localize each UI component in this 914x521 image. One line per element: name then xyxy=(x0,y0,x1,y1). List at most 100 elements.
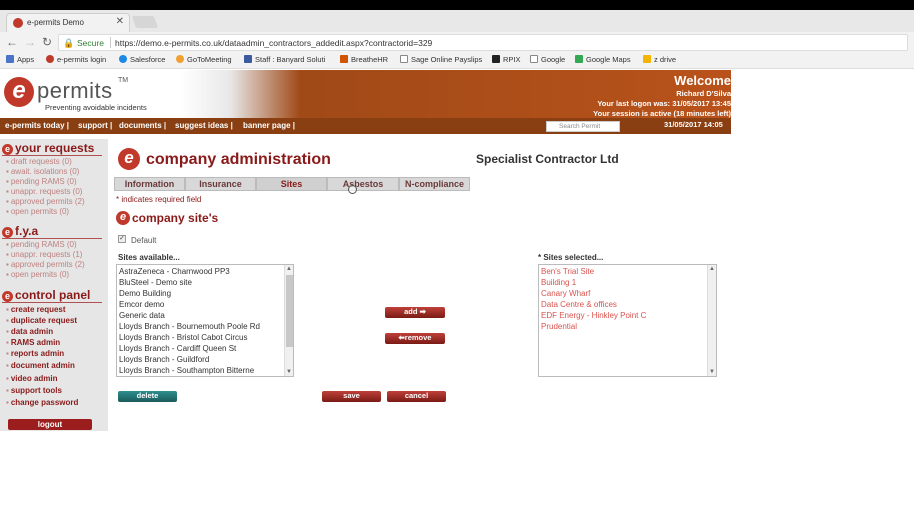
lock-icon: 🔒 xyxy=(63,38,75,48)
default-checkbox[interactable]: ✓ xyxy=(118,235,126,243)
list-item[interactable]: Demo Building xyxy=(119,289,171,298)
nav-documents[interactable]: documents | xyxy=(119,121,166,130)
control-panel-heading: e control panel xyxy=(2,288,90,302)
bookmark-zdrive[interactable]: z drive xyxy=(643,55,676,64)
current-datetime: 31/05/2017 14:05 xyxy=(664,120,723,129)
bookmark-epermits[interactable]: e-permits login xyxy=(46,55,106,64)
scroll-thumb[interactable] xyxy=(286,275,293,347)
bookmark-google-maps[interactable]: Google Maps xyxy=(575,55,631,64)
sites-selected-label: * Sites selected... xyxy=(538,253,604,262)
sites-available-list[interactable]: AstraZeneca - Charnwood PP3 BluSteel - D… xyxy=(116,264,294,377)
e-logo-icon: e xyxy=(116,211,130,225)
sidebar-item-reports-admin[interactable]: reports admin xyxy=(6,349,64,358)
bookmark-sage[interactable]: Sage Online Payslips xyxy=(400,55,482,64)
browser-tab[interactable]: e-permits Demo ✕ xyxy=(6,13,130,32)
tab-sites[interactable]: Sites xyxy=(256,177,327,191)
forward-icon[interactable]: → xyxy=(24,35,36,49)
main-nav: e-permits today | support | documents | … xyxy=(0,118,731,134)
sidebar-item-draft-requests[interactable]: draft requests (0) xyxy=(6,157,72,166)
scroll-down-icon[interactable]: ▼ xyxy=(709,369,715,375)
sidebar-item-fya-approved-permits[interactable]: approved permits (2) xyxy=(6,260,85,269)
sidebar-item-document-admin[interactable]: document admin xyxy=(6,361,75,370)
logo-tagline: Preventing avoidable incidents xyxy=(45,103,147,112)
nav-suggest-ideas[interactable]: suggest ideas | xyxy=(175,121,233,130)
sidebar-item-change-password[interactable]: change password xyxy=(6,398,79,407)
list-item[interactable]: Ben's Trial Site xyxy=(541,267,594,276)
sidebar-item-duplicate-request[interactable]: duplicate request xyxy=(6,316,77,325)
bookmarks-bar: Apps e-permits login Salesforce GoToMeet… xyxy=(0,52,914,69)
scrollbar[interactable]: ▲ ▼ xyxy=(284,265,293,376)
sidebar-item-fya-pending-rams[interactable]: pending RAMS (0) xyxy=(6,240,77,249)
list-item[interactable]: Lloyds Branch - Bristol Cabot Circus xyxy=(119,333,248,342)
your-requests-heading: e your requests xyxy=(2,141,94,155)
arrow-right-icon: ➡ xyxy=(419,307,426,316)
list-item[interactable]: Lloyds Branch - Bournemouth Poole Rd xyxy=(119,322,260,331)
save-button[interactable]: save xyxy=(322,391,381,402)
bookmark-breathehr[interactable]: BreatheHR xyxy=(340,55,388,64)
nav-epermits-today[interactable]: e-permits today | xyxy=(5,121,69,130)
sidebar-item-data-admin[interactable]: data admin xyxy=(6,327,53,336)
cancel-button[interactable]: cancel xyxy=(387,391,446,402)
list-item[interactable]: EDF Energy - Hinkley Point C xyxy=(541,311,646,320)
bookmark-gotomeeting[interactable]: GoToMeeting xyxy=(176,55,232,64)
tab-n-compliance[interactable]: N-compliance xyxy=(399,177,470,191)
sidebar-item-await-isolations[interactable]: await. isolations (0) xyxy=(6,167,79,176)
bookmark-salesforce[interactable]: Salesforce xyxy=(119,55,165,64)
bookmark-staff[interactable]: Staff : Banyard Soluti xyxy=(244,55,325,64)
sites-selected-list[interactable]: Ben's Trial Site Building 1 Canary Wharf… xyxy=(538,264,717,377)
add-button[interactable]: add ➡ xyxy=(385,307,445,318)
scrollbar[interactable]: ▲ ▼ xyxy=(707,265,716,376)
bookmark-apps[interactable]: Apps xyxy=(6,55,34,64)
tab-insurance[interactable]: Insurance xyxy=(185,177,256,191)
list-item[interactable]: BluSteel - Demo site xyxy=(119,278,192,287)
logo-trademark: TM xyxy=(118,77,129,84)
list-item[interactable]: AstraZeneca - Charnwood PP3 xyxy=(119,267,230,276)
tab-information[interactable]: Information xyxy=(114,177,185,191)
sidebar-item-approved-permits[interactable]: approved permits (2) xyxy=(6,197,85,206)
bookmark-rpix[interactable]: RPIX xyxy=(492,55,521,64)
nav-support[interactable]: support | xyxy=(78,121,112,130)
tab-asbestos[interactable]: Asbestos xyxy=(327,177,399,191)
last-logon: Your last logon was: 31/05/2017 13:45 xyxy=(597,99,731,108)
default-label: Default xyxy=(131,236,157,245)
window-top-bar xyxy=(0,0,914,10)
list-item[interactable]: Generic data xyxy=(119,311,165,320)
sidebar-item-unappr-requests[interactable]: unappr. requests (0) xyxy=(6,187,83,196)
scroll-up-icon[interactable]: ▲ xyxy=(709,266,715,272)
sidebar-item-support-tools[interactable]: support tools xyxy=(6,386,62,395)
logout-button[interactable]: logout xyxy=(8,419,92,430)
sidebar-item-pending-rams[interactable]: pending RAMS (0) xyxy=(6,177,77,186)
bookmark-google[interactable]: Google xyxy=(530,55,565,64)
reload-icon[interactable]: ↻ xyxy=(42,35,52,49)
back-icon[interactable]: ← xyxy=(6,35,18,49)
list-item[interactable]: Lloyds Branch - Cardiff Queen St xyxy=(119,344,236,353)
sidebar-item-video-admin[interactable]: video admin xyxy=(6,374,58,383)
scroll-down-icon[interactable]: ▼ xyxy=(286,369,292,375)
search-permit-input[interactable]: Search Permit xyxy=(546,121,620,132)
list-item[interactable]: Emcor demo xyxy=(119,300,164,309)
scroll-up-icon[interactable]: ▲ xyxy=(286,266,292,272)
add-label: add xyxy=(404,307,418,316)
list-item[interactable]: Building 1 xyxy=(541,278,576,287)
sidebar-item-open-permits[interactable]: open permits (0) xyxy=(6,207,69,216)
url-separator xyxy=(110,37,111,48)
sidebar-item-fya-unappr-requests[interactable]: unappr. requests (1) xyxy=(6,250,83,259)
user-name: Richard D'Silva xyxy=(676,89,731,98)
list-item[interactable]: Canary Wharf xyxy=(541,289,590,298)
delete-button[interactable]: delete xyxy=(118,391,177,402)
close-tab-icon[interactable]: ✕ xyxy=(116,16,124,27)
list-item[interactable]: Data Centre & offices xyxy=(541,300,617,309)
e-logo-icon: e xyxy=(2,144,13,155)
list-item[interactable]: Prudential xyxy=(541,322,577,331)
sidebar-item-rams-admin[interactable]: RAMS admin xyxy=(6,338,60,347)
remove-label: remove xyxy=(404,333,432,342)
list-item[interactable]: Lloyds Branch - Guildford xyxy=(119,355,209,364)
list-item[interactable]: Lloyds Branch - Southampton Bitterne xyxy=(119,366,254,375)
divider xyxy=(2,155,102,156)
sidebar-item-create-request[interactable]: create request xyxy=(6,305,66,314)
nav-banner-page[interactable]: banner page | xyxy=(243,121,295,130)
sidebar-item-fya-open-permits[interactable]: open permits (0) xyxy=(6,270,69,279)
new-tab-button[interactable] xyxy=(131,16,159,28)
remove-button[interactable]: ⬅remove xyxy=(385,333,445,344)
url-field[interactable]: 🔒 Secure https://demo.e-permits.co.uk/da… xyxy=(58,34,908,51)
